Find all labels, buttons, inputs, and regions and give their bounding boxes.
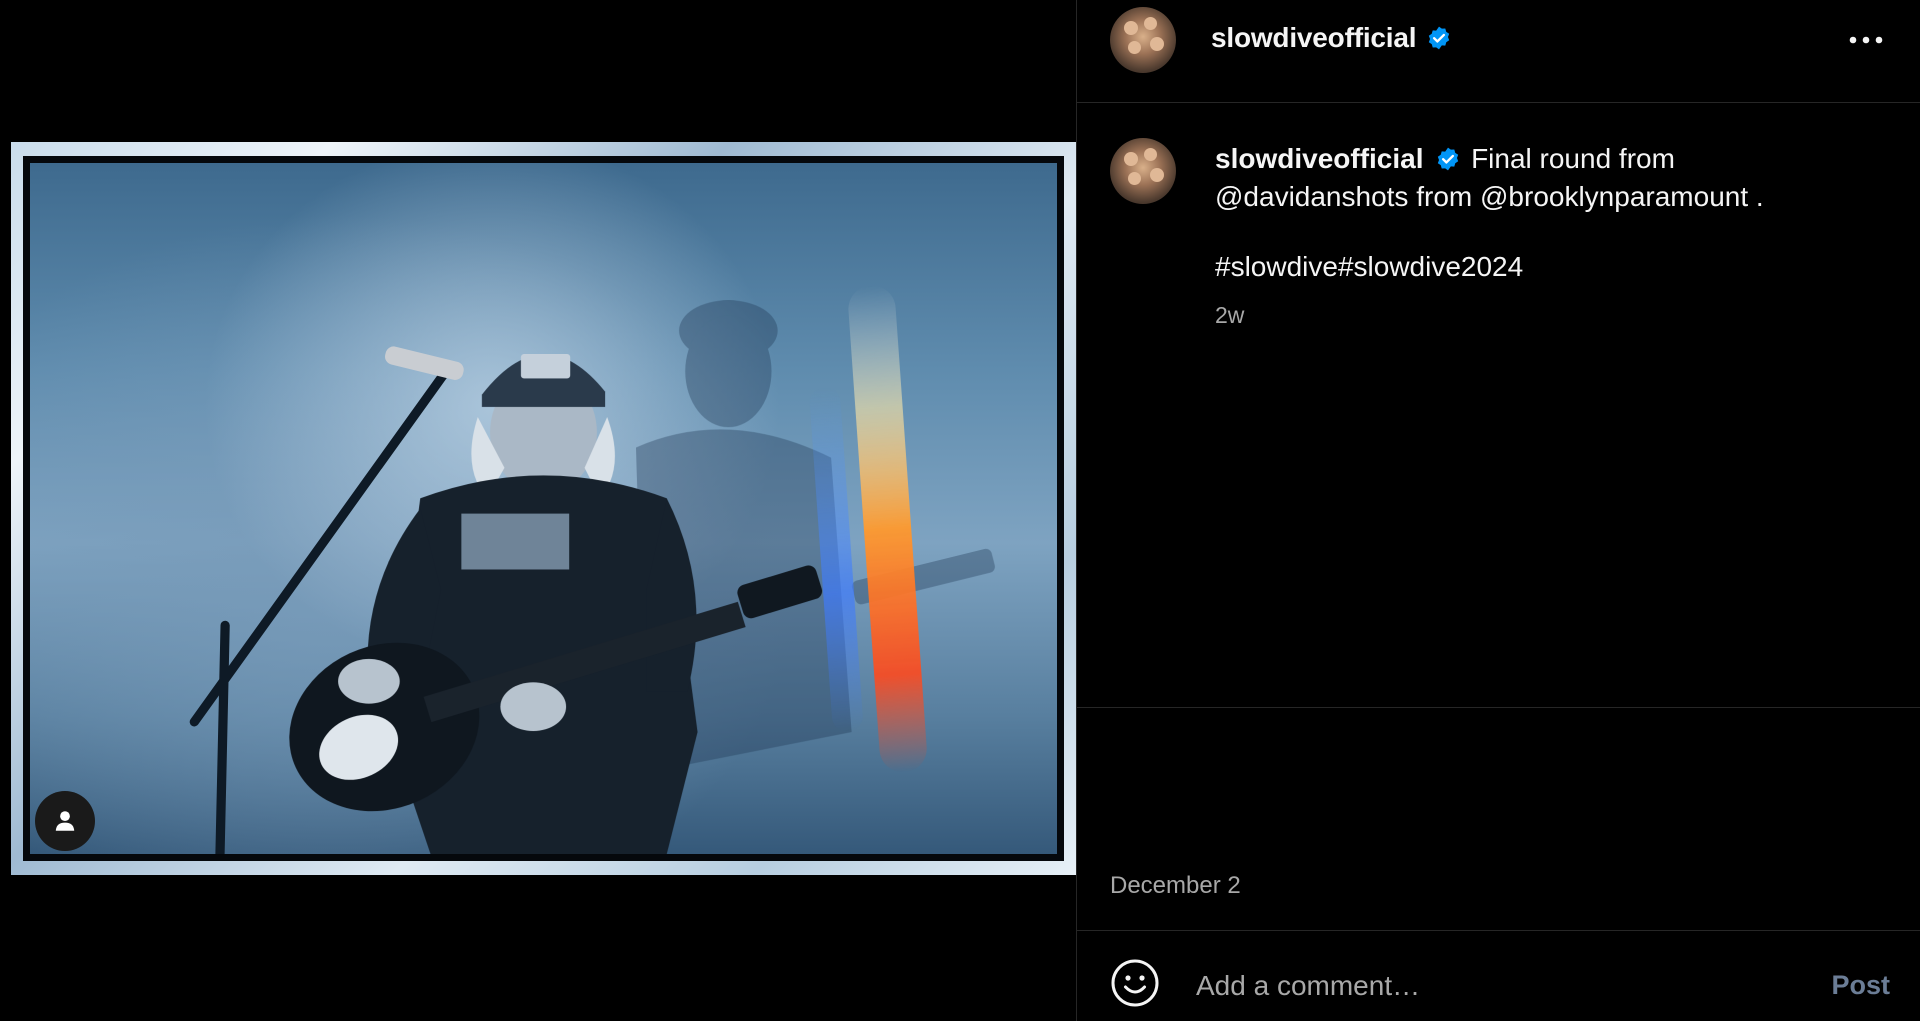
user-tag-icon [55, 811, 75, 831]
verified-badge-icon [1428, 26, 1450, 50]
caption-username[interactable]: slowdiveofficial [1215, 143, 1424, 174]
divider [1077, 930, 1920, 931]
guitarist-illustration [189, 285, 995, 854]
post-date[interactable]: December 2 [1110, 872, 1241, 900]
caption-text: from [1408, 181, 1480, 212]
post-header: slowdiveofficial [1077, 0, 1920, 103]
author-username[interactable]: slowdiveofficial [1211, 22, 1416, 54]
caption-age[interactable]: 2w [1215, 302, 1244, 329]
divider [1077, 707, 1920, 708]
verified-badge-icon [1438, 147, 1459, 171]
post-comment-button[interactable]: Post [1831, 970, 1890, 1001]
comment-input[interactable] [1194, 963, 1758, 1009]
concert-photo [30, 163, 1057, 854]
more-options-button[interactable] [1846, 24, 1886, 56]
post-photo[interactable] [11, 142, 1076, 875]
emoji-smile-icon[interactable] [1110, 958, 1160, 1008]
caption-hashtags: #slowdive#slowdive2024 [1215, 251, 1523, 283]
author-avatar[interactable] [1110, 7, 1176, 73]
media-panel [0, 0, 1076, 1021]
tagged-users-button[interactable] [35, 791, 95, 851]
post-dialog: slowdiveofficial slowdiveofficial Final … [0, 0, 1920, 1021]
mention-davidanshots[interactable]: @davidanshots [1215, 181, 1408, 212]
caption-text: Final round from [1471, 143, 1675, 174]
hashtag-slowdive[interactable]: #slowdive [1215, 251, 1338, 282]
post-caption: slowdiveofficial Final round from @david… [1215, 140, 1855, 216]
post-info-panel: slowdiveofficial slowdiveofficial Final … [1076, 0, 1920, 1021]
more-horizontal-icon [1849, 36, 1883, 44]
caption-text: . [1748, 181, 1764, 212]
caption-author-avatar[interactable] [1110, 138, 1176, 204]
mention-brooklynparamount[interactable]: @brooklynparamount [1480, 181, 1748, 212]
photo-frame [23, 156, 1064, 861]
hashtag-slowdive2024[interactable]: #slowdive2024 [1338, 251, 1523, 282]
